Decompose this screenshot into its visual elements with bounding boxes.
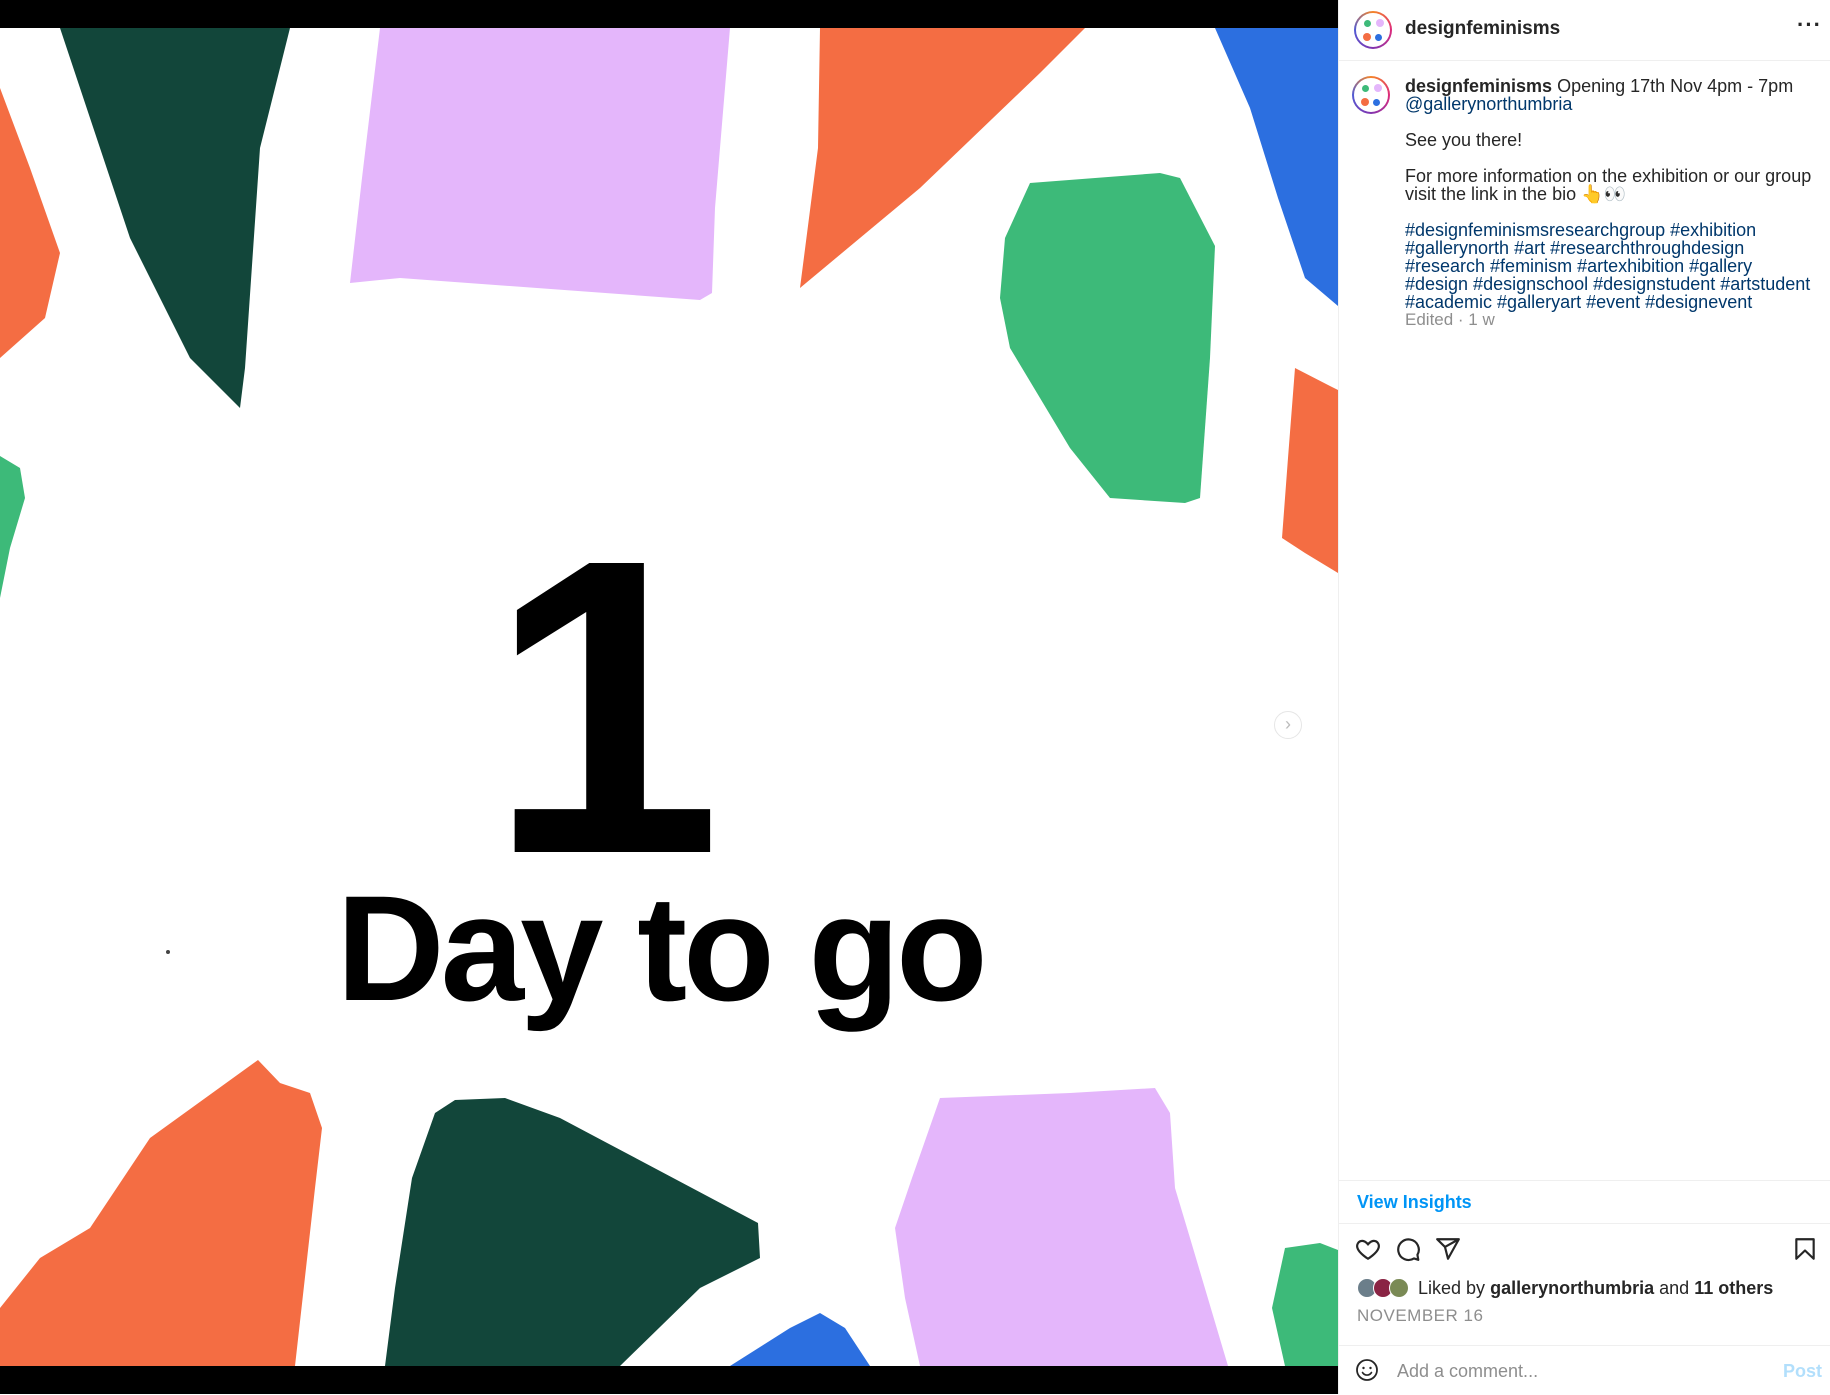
emoji-icon[interactable] [1355,1358,1379,1382]
caption-line3: For more information on the exhibition o… [1405,166,1812,204]
caption-edited-time: Edited · 1 w [1405,310,1495,329]
post-caption: designfeminisms Opening 17th Nov 4pm - 7… [1339,61,1830,329]
post-sidebar: designfeminisms ··· designfeminisms Open… [1338,0,1830,1394]
countdown-text: Day to go [336,864,987,1032]
avatar[interactable] [1354,11,1392,49]
insights-bar: View Insights [1339,1180,1830,1224]
view-insights-link[interactable]: View Insights [1357,1192,1472,1213]
chevron-right-icon[interactable]: › [1274,711,1302,739]
shape-orange-bottom [0,1060,322,1366]
likes-others[interactable]: 11 others [1694,1278,1773,1298]
comment-icon[interactable] [1395,1236,1421,1262]
likes-joiner: and [1659,1278,1690,1298]
shape-green-top [1000,173,1215,503]
shape-blue-topright [1215,28,1338,306]
comment-box: Add a comment... Post [1339,1345,1830,1395]
post-image[interactable]: 1 Day to go › [0,28,1338,1366]
post-date: NOVEMBER 16 [1357,1306,1484,1325]
shape-orange-left [0,88,60,358]
shape-blue-bottom [730,1313,870,1366]
avatar [1389,1278,1409,1298]
post-header: designfeminisms ··· [1339,0,1830,61]
header-username[interactable]: designfeminisms [1405,18,1560,40]
action-bar [1339,1232,1830,1268]
shape-darkgreen-bottom [385,1098,760,1366]
caption-username[interactable]: designfeminisms [1405,76,1552,96]
likes-summary: Liked by gallerynorthumbria and 11 other… [1357,1278,1773,1302]
shape-lilac-top [350,28,730,300]
caption-avatar[interactable] [1352,76,1390,114]
caption-mention[interactable]: @gallerynorthumbria [1405,94,1572,114]
post-comment-button[interactable]: Post [1783,1361,1822,1382]
caption-line1: Opening 17th Nov 4pm - 7pm [1557,76,1794,96]
shape-darkgreen-top [60,28,290,408]
shape-green-bottom [1272,1243,1338,1366]
heart-icon[interactable] [1355,1236,1381,1262]
shape-lilac-bottom [895,1088,1228,1366]
countdown-number: 1 [488,473,722,942]
bookmark-icon[interactable] [1792,1236,1818,1262]
comment-input[interactable]: Add a comment... [1397,1361,1538,1382]
liker-avatars [1357,1278,1413,1298]
caption-hashtags[interactable]: #designfeminismsresearchgroup #exhibitio… [1405,221,1814,311]
post-media: 1 Day to go › [0,0,1338,1394]
more-icon[interactable]: ··· [1797,12,1822,38]
likes-prefix: Liked by [1418,1278,1486,1298]
shape-orange-right [1282,368,1338,573]
likes-user[interactable]: gallerynorthumbria [1490,1278,1654,1298]
caption-line2: See you there! [1405,130,1523,150]
share-icon[interactable] [1435,1236,1461,1262]
